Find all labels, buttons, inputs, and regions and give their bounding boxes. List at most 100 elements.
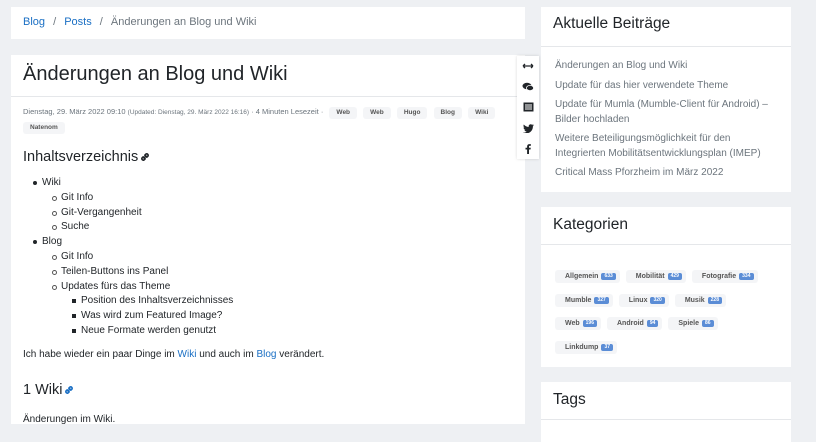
- intro-paragraph: Ich habe wieder ein paar Dinge im Wiki u…: [23, 349, 324, 360]
- category-name: Allgemein: [565, 273, 599, 281]
- breadcrumb-separator: /: [99, 16, 103, 28]
- category-chip[interactable]: Mobilität 429: [625, 270, 686, 284]
- toc-item: Teilen-Buttons ins Panel: [23, 265, 233, 280]
- recent-posts-list: Änderungen an Blog und Wiki Update für da…: [555, 59, 783, 186]
- toc-item: Suche: [23, 220, 233, 235]
- toc-item: Git Info: [23, 191, 233, 206]
- newsletter-icon[interactable]: [517, 97, 539, 118]
- category-chip[interactable]: Musik 228: [674, 293, 726, 307]
- category-name: Linkdump: [565, 343, 599, 351]
- category-count-badge: 320: [650, 296, 665, 304]
- toc-link[interactable]: Was wird zum Featured Image?: [81, 310, 222, 321]
- toc-item: Git-Vergangenheit: [23, 206, 233, 221]
- category-chip[interactable]: Spiele 86: [668, 317, 718, 331]
- post-tag[interactable]: Web: [363, 107, 391, 119]
- recent-post-link[interactable]: Änderungen an Blog und Wiki: [555, 59, 783, 74]
- toc-item: Blog: [23, 235, 233, 250]
- post-date: Dienstag, 29. März 2022 09:10: [23, 107, 126, 116]
- category-count-badge: 94: [646, 320, 659, 328]
- meta-separator: ·: [251, 107, 254, 116]
- post-tag[interactable]: Wiki: [468, 107, 496, 119]
- toc-item: Was wird zum Featured Image?: [23, 309, 233, 324]
- breadcrumb-current: Änderungen an Blog und Wiki: [110, 16, 257, 28]
- recent-post-link[interactable]: Update für Mumla (Mumble-Client für Andr…: [555, 98, 783, 127]
- categories-widget: Kategorien Allgemein 633 Mobilität 429 Fotog…: [541, 207, 791, 367]
- toc-link[interactable]: Suche: [61, 221, 89, 232]
- section-text: Änderungen im Wiki.: [23, 414, 116, 424]
- toc-item: Updates fürs das Theme: [23, 280, 233, 295]
- category-chip[interactable]: Android 94: [607, 317, 663, 331]
- divider: [541, 46, 791, 47]
- intro-text: verändert.: [276, 349, 325, 360]
- category-chip[interactable]: Linux 320: [618, 293, 669, 307]
- toc-link[interactable]: Updates fürs das Theme: [61, 281, 170, 292]
- section-heading-text: 1 Wiki: [23, 382, 63, 398]
- bullet-icon: [52, 210, 57, 216]
- toc-link[interactable]: Git Info: [61, 192, 93, 203]
- category-count-badge: 228: [707, 296, 722, 304]
- post-tag[interactable]: Web: [329, 107, 358, 119]
- category-chip[interactable]: Fotografie 334: [691, 270, 758, 284]
- post-updated: (Updated: Dienstag, 29. März 2022 16:16): [127, 109, 250, 116]
- anchor-link-icon[interactable]: [140, 152, 150, 162]
- facebook-icon[interactable]: [517, 138, 539, 159]
- category-name: Mobilität: [635, 273, 665, 281]
- expand-arrows-icon[interactable]: [517, 56, 539, 77]
- category-name: Linux: [628, 296, 648, 304]
- section-heading: 1 Wiki: [23, 382, 74, 398]
- toc-item: Position des Inhaltsverzeichnisses: [23, 294, 233, 309]
- category-count-badge: 86: [702, 320, 714, 328]
- tags-title: Tags: [553, 391, 586, 408]
- toc-link[interactable]: Teilen-Buttons ins Panel: [61, 266, 168, 277]
- bullet-icon: [52, 254, 57, 260]
- anchor-link-icon[interactable]: [64, 385, 74, 395]
- comments-icon[interactable]: [517, 77, 539, 98]
- toc-heading: Inhaltsverzeichnis: [23, 149, 150, 165]
- category-chip[interactable]: Web 196: [555, 317, 601, 331]
- categories-title: Kategorien: [553, 216, 628, 233]
- breadcrumb-link-posts[interactable]: Posts: [64, 16, 92, 28]
- toc-link[interactable]: Git Info: [61, 251, 93, 262]
- bullet-icon: [52, 225, 57, 231]
- toc-link[interactable]: Wiki: [42, 177, 61, 188]
- category-chip[interactable]: Mumble 327: [555, 293, 613, 307]
- bullet-icon: [72, 328, 76, 333]
- toc-item: Wiki: [23, 176, 233, 191]
- category-chip[interactable]: Linkdump 37: [555, 340, 618, 354]
- category-chip[interactable]: Allgemein 633: [555, 270, 620, 284]
- post-title: Änderungen an Blog und Wiki: [23, 63, 288, 85]
- bullet-icon: [33, 240, 37, 245]
- breadcrumb: Blog / Posts / Änderungen an Blog und Wi…: [11, 7, 525, 39]
- toc-item: Git Info: [23, 250, 233, 265]
- category-name: Web: [565, 320, 580, 328]
- bullet-icon: [52, 269, 57, 275]
- blog-link[interactable]: Blog: [256, 349, 276, 360]
- category-count-badge: 429: [667, 273, 682, 281]
- category-row: Allgemein 633 Mobilität 429 Fotografie 334: [555, 265, 785, 289]
- category-row: Mumble 327 Linux 320 Musik 228: [555, 289, 785, 313]
- category-name: Android: [617, 320, 644, 328]
- category-count-badge: 196: [582, 320, 597, 328]
- category-name: Spiele: [678, 320, 700, 328]
- wiki-link[interactable]: Wiki: [178, 349, 197, 360]
- post-tag[interactable]: Natenom: [23, 122, 65, 134]
- recent-post-link[interactable]: Critical Mass Pforzheim im März 2022: [555, 166, 783, 181]
- toc-link[interactable]: Position des Inhaltsverzeichnisses: [81, 295, 233, 306]
- post-tag[interactable]: Hugo: [396, 107, 428, 119]
- bullet-icon: [72, 314, 76, 319]
- category-count-badge: 327: [594, 296, 609, 304]
- table-of-contents: Wiki Git Info Git-Vergangenheit Suche Blog Gi…: [23, 176, 233, 339]
- share-bar: [517, 56, 539, 159]
- category-name: Mumble: [565, 296, 592, 304]
- recent-post-link[interactable]: Update für das hier verwendete Theme: [555, 79, 783, 94]
- category-name: Musik: [684, 296, 705, 304]
- breadcrumb-link-blog[interactable]: Blog: [23, 16, 45, 28]
- recent-post-link[interactable]: Weitere Beteiligungsmöglichkeit für den …: [555, 132, 783, 161]
- twitter-icon[interactable]: [517, 118, 539, 139]
- post-tag[interactable]: Blog: [433, 107, 462, 119]
- reading-time: 4 Minuten Lesezeit: [255, 107, 319, 116]
- toc-link[interactable]: Neue Formate werden genutzt: [81, 325, 216, 336]
- intro-text: Ich habe wieder ein paar Dinge im: [23, 349, 178, 360]
- toc-link[interactable]: Git-Vergangenheit: [61, 207, 142, 218]
- toc-link[interactable]: Blog: [42, 236, 62, 247]
